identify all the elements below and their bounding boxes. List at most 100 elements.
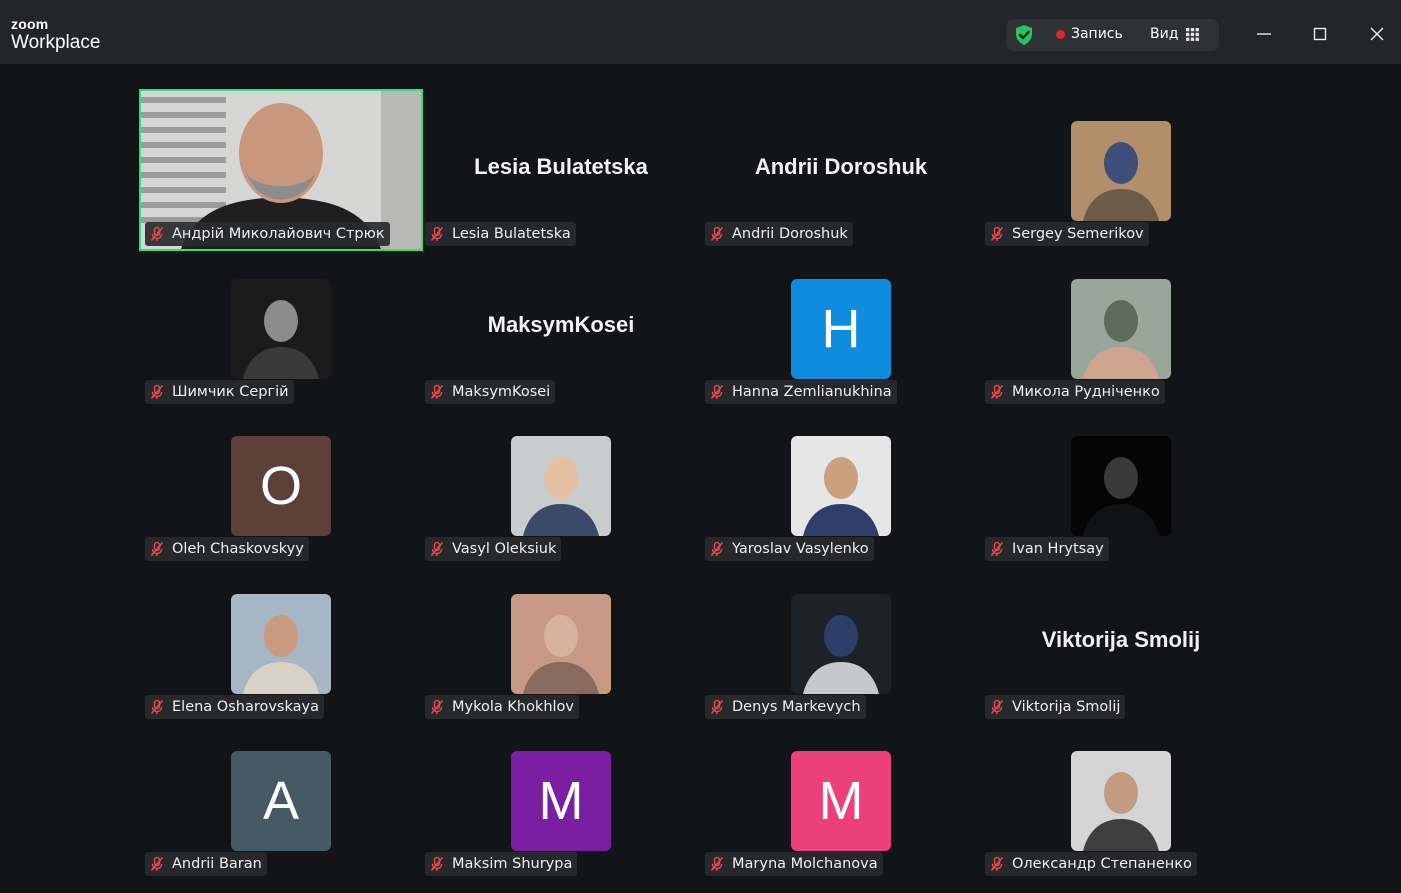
participant-initial-avatar: M bbox=[791, 751, 891, 851]
participant-initial-avatar: A bbox=[231, 751, 331, 851]
participant-tile[interactable]: Mykola Khokhlov bbox=[421, 564, 701, 722]
participant-photo-avatar bbox=[1071, 121, 1171, 221]
participant-tile[interactable]: Vasyl Oleksiuk bbox=[421, 406, 701, 564]
muted-mic-icon bbox=[710, 856, 724, 872]
participant-tile[interactable]: Elena Osharovskaya bbox=[141, 564, 421, 722]
muted-mic-icon bbox=[990, 856, 1004, 872]
muted-mic-icon bbox=[150, 541, 164, 557]
participant-name-tag: Denys Markevych bbox=[705, 695, 866, 719]
participant-name-tag: Шимчик Сергій bbox=[145, 380, 294, 404]
participant-name-tag: Yaroslav Vasylenko bbox=[705, 537, 874, 561]
participant-photo-avatar bbox=[791, 436, 891, 536]
muted-mic-icon bbox=[430, 699, 444, 715]
maximize-icon[interactable] bbox=[1308, 22, 1332, 46]
participant-tile[interactable]: O Oleh Chaskovskyy bbox=[141, 406, 421, 564]
muted-mic-icon bbox=[430, 856, 444, 872]
participant-name: Denys Markevych bbox=[732, 699, 861, 715]
participant-name-tag: Ivan Hrytsay bbox=[985, 537, 1109, 561]
participant-name: Андрій Миколайович Стрюк bbox=[172, 226, 385, 242]
participant-name: Andrii Doroshuk bbox=[732, 226, 848, 242]
participant-tile[interactable]: M Maksim Shurypa bbox=[421, 721, 701, 879]
participant-name-tag: Viktorija Smolij bbox=[985, 695, 1126, 719]
participant-name: Yaroslav Vasylenko bbox=[732, 541, 869, 557]
minimize-icon[interactable] bbox=[1252, 22, 1276, 46]
muted-mic-icon bbox=[430, 541, 444, 557]
muted-mic-icon bbox=[710, 699, 724, 715]
participant-name: Maryna Molchanova bbox=[732, 856, 878, 872]
participant-tile[interactable]: Микола Рудніченко bbox=[981, 249, 1261, 407]
participant-name: Олександр Степаненко bbox=[1012, 856, 1192, 872]
participant-name: Elena Osharovskaya bbox=[172, 699, 319, 715]
participant-tile[interactable]: Andrii Doroshuk Andrii Doroshuk bbox=[701, 91, 981, 249]
muted-mic-icon bbox=[710, 226, 724, 242]
participant-name-tag: Микола Рудніченко bbox=[985, 380, 1165, 404]
participant-tile[interactable]: M Maryna Molchanova bbox=[701, 721, 981, 879]
participant-name: Viktorija Smolij bbox=[1012, 699, 1121, 715]
participant-name-tag: MaksymKosei bbox=[425, 380, 556, 404]
participant-tile[interactable]: Андрій Миколайович Стрюк bbox=[139, 89, 423, 251]
muted-mic-icon bbox=[430, 384, 444, 400]
muted-mic-icon bbox=[990, 541, 1004, 557]
participant-initial-avatar: H bbox=[791, 279, 891, 379]
muted-mic-icon bbox=[990, 384, 1004, 400]
record-dot-icon bbox=[1056, 30, 1065, 39]
participant-name: Andrii Baran bbox=[172, 856, 262, 872]
participant-name: Oleh Chaskovskyy bbox=[172, 541, 304, 557]
participant-name-tag: Mykola Khokhlov bbox=[425, 695, 580, 719]
participant-tile[interactable]: Олександр Степаненко bbox=[981, 721, 1261, 879]
participant-tile[interactable]: MaksymKosei MaksymKosei bbox=[421, 249, 701, 407]
participant-initial-avatar: M bbox=[511, 751, 611, 851]
participant-photo-avatar bbox=[231, 279, 331, 379]
participant-tile[interactable]: Denys Markevych bbox=[701, 564, 981, 722]
participant-tile[interactable]: Sergey Semerikov bbox=[981, 91, 1261, 249]
shield-check-icon[interactable] bbox=[1012, 23, 1036, 47]
muted-mic-icon bbox=[430, 226, 444, 242]
participant-name: Ivan Hrytsay bbox=[1012, 541, 1104, 557]
muted-mic-icon bbox=[150, 226, 164, 242]
muted-mic-icon bbox=[150, 384, 164, 400]
participant-tile[interactable]: Шимчик Сергій bbox=[141, 249, 421, 407]
participant-name-tag: Andrii Baran bbox=[145, 852, 267, 876]
participant-name: Шимчик Сергій bbox=[172, 384, 289, 400]
logo-top-text: zoom bbox=[11, 16, 49, 32]
participant-name-tag: Maksim Shurypa bbox=[425, 852, 578, 876]
view-button[interactable]: Вид bbox=[1150, 26, 1178, 42]
participant-name-tag: Vasyl Oleksiuk bbox=[425, 537, 562, 561]
participant-name: Lesia Bulatetska bbox=[452, 226, 571, 242]
close-icon[interactable] bbox=[1365, 22, 1389, 46]
participant-name: Микола Рудніченко bbox=[1012, 384, 1160, 400]
participant-name-tag: Андрій Миколайович Стрюк bbox=[145, 222, 390, 246]
logo-main-text: Workplace bbox=[11, 32, 101, 53]
participant-name-tag: Sergey Semerikov bbox=[985, 222, 1149, 246]
participant-photo-avatar bbox=[791, 594, 891, 694]
participant-name-tag: Hanna Zemlianukhina bbox=[705, 380, 897, 404]
muted-mic-icon bbox=[710, 384, 724, 400]
record-button[interactable]: Запись bbox=[1071, 26, 1123, 42]
participant-photo-avatar bbox=[511, 594, 611, 694]
muted-mic-icon bbox=[150, 856, 164, 872]
muted-mic-icon bbox=[990, 226, 1004, 242]
participant-name-tag: Andrii Doroshuk bbox=[705, 222, 853, 246]
participant-name-tag: Oleh Chaskovskyy bbox=[145, 537, 309, 561]
participant-tile[interactable]: A Andrii Baran bbox=[141, 721, 421, 879]
grid-icon[interactable] bbox=[1186, 28, 1199, 41]
participant-photo-avatar bbox=[1071, 751, 1171, 851]
participant-tile[interactable]: Lesia Bulatetska Lesia Bulatetska bbox=[421, 91, 701, 249]
participant-name: Vasyl Oleksiuk bbox=[452, 541, 557, 557]
participant-tile[interactable]: Ivan Hrytsay bbox=[981, 406, 1261, 564]
gallery-view: Андрій Миколайович Стрюк Lesia Bulatetska… bbox=[0, 64, 1401, 893]
participant-tile[interactable]: H Hanna Zemlianukhina bbox=[701, 249, 981, 407]
participant-name: MaksymKosei bbox=[452, 384, 551, 400]
participant-name: Sergey Semerikov bbox=[1012, 226, 1144, 242]
participant-name-tag: Олександр Степаненко bbox=[985, 852, 1197, 876]
participant-name: Hanna Zemlianukhina bbox=[732, 384, 892, 400]
participant-tile[interactable]: Viktorija Smolij Viktorija Smolij bbox=[981, 564, 1261, 722]
participant-initial-avatar: O bbox=[231, 436, 331, 536]
participant-tile[interactable]: Yaroslav Vasylenko bbox=[701, 406, 981, 564]
participant-name-tag: Elena Osharovskaya bbox=[145, 695, 324, 719]
participant-photo-avatar bbox=[511, 436, 611, 536]
zoom-logo: zoom Workplace bbox=[11, 17, 100, 52]
muted-mic-icon bbox=[990, 699, 1004, 715]
participant-name: Mykola Khokhlov bbox=[452, 699, 575, 715]
participant-photo-avatar bbox=[231, 594, 331, 694]
